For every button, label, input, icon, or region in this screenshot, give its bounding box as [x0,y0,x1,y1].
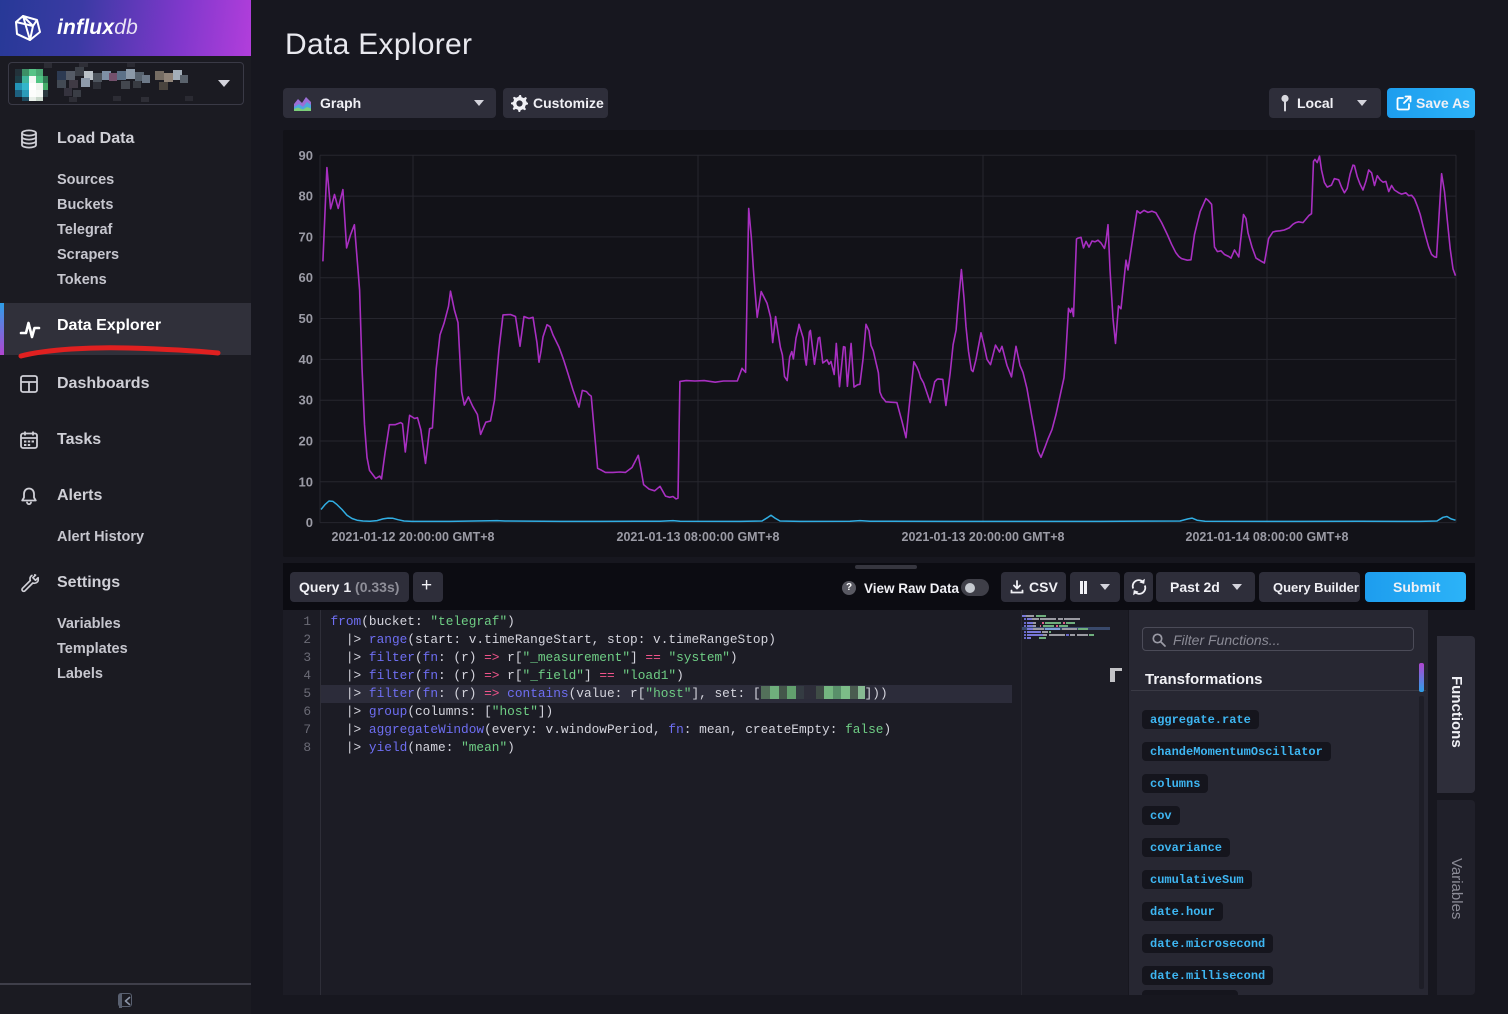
svg-text:60: 60 [299,270,313,285]
svg-text:20: 20 [299,434,313,449]
svg-text:2021-01-12 20:00:00 GMT+8: 2021-01-12 20:00:00 GMT+8 [332,530,495,544]
svg-text:2021-01-14 08:00:00 GMT+8: 2021-01-14 08:00:00 GMT+8 [1186,530,1349,544]
svg-text:2021-01-13 08:00:00 GMT+8: 2021-01-13 08:00:00 GMT+8 [617,530,780,544]
svg-text:0: 0 [306,515,313,530]
svg-text:10: 10 [299,474,313,489]
svg-text:50: 50 [299,311,313,326]
svg-text:90: 90 [299,148,313,163]
svg-text:30: 30 [299,393,313,408]
svg-text:70: 70 [299,229,313,244]
svg-text:40: 40 [299,352,313,367]
svg-text:2021-01-13 20:00:00 GMT+8: 2021-01-13 20:00:00 GMT+8 [902,530,1065,544]
svg-text:80: 80 [299,189,313,204]
